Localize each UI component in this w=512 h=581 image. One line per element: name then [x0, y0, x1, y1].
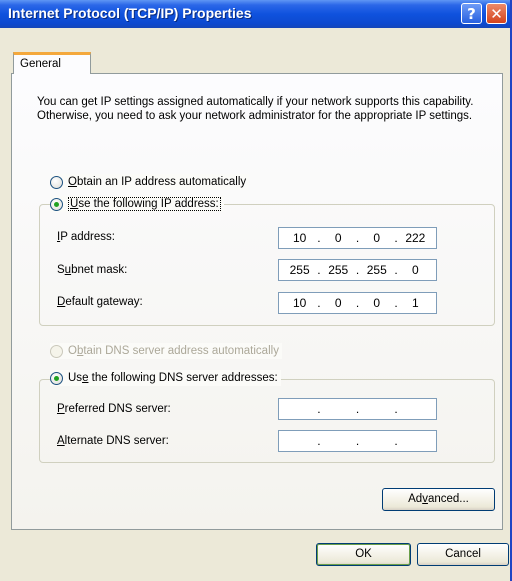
tab-general[interactable]: General	[13, 52, 91, 74]
title-bar[interactable]: Internet Protocol (TCP/IP) Properties ? …	[0, 0, 510, 28]
preferred-dns-input[interactable]: . . .	[278, 398, 437, 420]
obtain-dns-auto-label: Obtain DNS server address automatically	[68, 345, 279, 357]
help-icon: ?	[467, 5, 476, 23]
use-following-dns-label: Use the following DNS server addresses:	[68, 372, 278, 384]
window-title: Internet Protocol (TCP/IP) Properties	[8, 5, 252, 21]
subnet-mask-label: Subnet mask:	[57, 264, 128, 276]
radio-indicator	[50, 175, 63, 189]
obtain-dns-auto-radio[interactable]: Obtain DNS server address automatically	[50, 343, 282, 359]
radio-indicator	[50, 371, 63, 385]
obtain-ip-auto-radio[interactable]: Obtain an IP address automatically	[50, 174, 250, 190]
close-icon: ✕	[490, 5, 503, 23]
subnet-mask-input[interactable]: 255. 255. 255. 0	[278, 259, 437, 281]
alternate-dns-input[interactable]: . . .	[278, 430, 437, 452]
use-following-ip-label: Use the following IP address:	[68, 197, 221, 211]
ip-address-input[interactable]: 10. 0. 0. 222	[278, 227, 437, 249]
close-button[interactable]: ✕	[486, 3, 507, 24]
help-button[interactable]: ?	[461, 3, 482, 24]
use-following-ip-radio[interactable]: Use the following IP address:	[50, 196, 224, 212]
ip-address-label: IP address:	[57, 231, 115, 243]
obtain-ip-auto-label: Obtain an IP address automatically	[68, 176, 247, 188]
ok-button[interactable]: OK	[316, 543, 411, 566]
use-following-dns-radio[interactable]: Use the following DNS server addresses:	[50, 370, 281, 386]
default-gateway-input[interactable]: 10. 0. 0. 1	[278, 292, 437, 314]
radio-indicator	[50, 344, 63, 358]
radio-indicator	[50, 197, 63, 211]
preferred-dns-label: Preferred DNS server:	[57, 403, 171, 415]
tcpip-properties-dialog: Internet Protocol (TCP/IP) Properties ? …	[0, 0, 512, 581]
default-gateway-label: Default gateway:	[57, 296, 143, 308]
advanced-button[interactable]: Advanced...	[382, 488, 495, 511]
intro-text: You can get IP settings assigned automat…	[37, 96, 474, 122]
cancel-button[interactable]: Cancel	[417, 543, 509, 566]
alternate-dns-label: Alternate DNS server:	[57, 435, 169, 447]
